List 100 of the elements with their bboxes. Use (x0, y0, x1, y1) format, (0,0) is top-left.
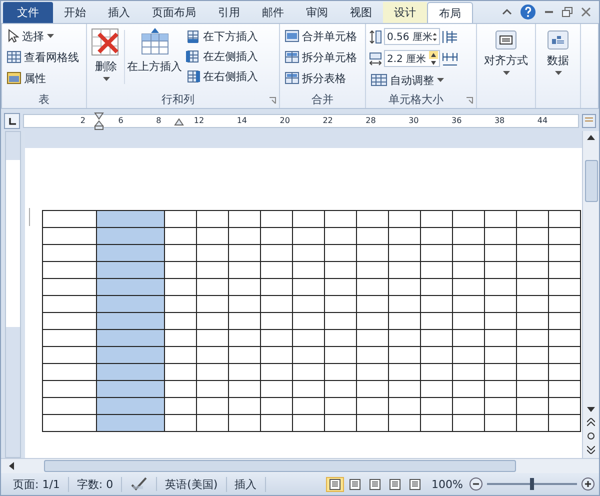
table-cell[interactable] (196, 312, 228, 330)
table-cell[interactable] (164, 278, 196, 296)
table-cell[interactable] (356, 244, 388, 262)
scroll-up-icon[interactable] (587, 135, 595, 140)
table-cell[interactable] (324, 262, 356, 278)
table-cell[interactable] (356, 210, 388, 228)
table-cell[interactable] (516, 296, 548, 312)
table-cell[interactable] (96, 330, 164, 346)
table-cell[interactable] (388, 398, 420, 414)
table-cell[interactable] (292, 210, 324, 228)
table-cell[interactable] (420, 380, 452, 398)
table-cell[interactable] (484, 312, 516, 330)
table-cell[interactable] (516, 210, 548, 228)
table-cell[interactable] (548, 278, 580, 296)
collapse-ribbon-icon[interactable] (502, 8, 512, 16)
table-cell[interactable] (452, 364, 484, 380)
ribbon-tab[interactable]: 文件 (3, 2, 53, 23)
column-width-field[interactable]: 2.2 厘米 (384, 50, 440, 67)
table-cell[interactable] (324, 398, 356, 414)
table-cell[interactable] (388, 244, 420, 262)
table-cell[interactable] (292, 278, 324, 296)
table-cell[interactable] (228, 364, 260, 380)
table-cell[interactable] (420, 278, 452, 296)
table-cell[interactable] (484, 398, 516, 414)
table-cell[interactable] (260, 398, 292, 414)
table-cell[interactable] (420, 262, 452, 278)
table-cell[interactable] (42, 414, 96, 432)
table-cell[interactable] (42, 210, 96, 228)
insert-above-button[interactable]: 在上方插入 (127, 26, 182, 92)
table-cell[interactable] (228, 398, 260, 414)
table-cell[interactable] (516, 278, 548, 296)
table-cell[interactable] (420, 346, 452, 364)
ribbon-tab[interactable]: 邮件 (251, 2, 295, 23)
table-cell[interactable] (228, 278, 260, 296)
table-cell[interactable] (388, 330, 420, 346)
table-cell[interactable] (42, 244, 96, 262)
table-cell[interactable] (324, 296, 356, 312)
zoom-in-icon[interactable] (581, 477, 595, 491)
view-mode-button[interactable] (326, 476, 344, 492)
tab-selector-button[interactable] (4, 113, 20, 129)
table-cell[interactable] (484, 262, 516, 278)
table-cell[interactable] (260, 380, 292, 398)
table-cell[interactable] (388, 228, 420, 244)
table-cell[interactable] (260, 346, 292, 364)
zoom-slider-thumb[interactable] (530, 478, 534, 490)
table-cell[interactable] (260, 312, 292, 330)
distribute-rows-icon[interactable] (442, 30, 458, 44)
table-cell[interactable] (228, 380, 260, 398)
table-cell[interactable] (548, 364, 580, 380)
table-cell[interactable] (42, 228, 96, 244)
table-cell[interactable] (516, 346, 548, 364)
table-cell[interactable] (42, 278, 96, 296)
table-cell[interactable] (516, 330, 548, 346)
table-cell[interactable] (42, 312, 96, 330)
table-cell[interactable] (96, 296, 164, 312)
table-cell[interactable] (516, 262, 548, 278)
table-cell[interactable] (96, 210, 164, 228)
table-cell[interactable] (420, 364, 452, 380)
table-cell[interactable] (164, 210, 196, 228)
merge-button[interactable]: 拆分单元格 (283, 47, 362, 67)
delete-button[interactable]: 删除 (90, 26, 122, 92)
table-cell[interactable] (452, 380, 484, 398)
scroll-down-icon[interactable] (587, 407, 595, 412)
table-cell[interactable] (96, 244, 164, 262)
data-button[interactable]: 数据 (539, 28, 577, 77)
scroll-thumb[interactable] (584, 160, 598, 202)
table-cell[interactable] (356, 262, 388, 278)
table-cell[interactable] (196, 364, 228, 380)
table-cell[interactable] (164, 346, 196, 364)
table-cell[interactable] (96, 380, 164, 398)
table-cell[interactable] (96, 312, 164, 330)
table-cell[interactable] (484, 414, 516, 432)
table-cell[interactable] (452, 330, 484, 346)
table-cell[interactable] (260, 364, 292, 380)
table-cell[interactable] (420, 398, 452, 414)
table-cell[interactable] (420, 414, 452, 432)
table-cell[interactable] (452, 228, 484, 244)
table-cell[interactable] (292, 380, 324, 398)
table-cell[interactable] (196, 346, 228, 364)
insert-button[interactable]: 在下方插入 (184, 26, 260, 46)
table-cell[interactable] (228, 262, 260, 278)
table-cell[interactable] (260, 244, 292, 262)
table-cell[interactable] (96, 228, 164, 244)
ribbon-tab[interactable]: 引用 (207, 2, 251, 23)
scroll-left-icon[interactable] (9, 462, 14, 470)
table-cell[interactable] (388, 210, 420, 228)
table-cell[interactable] (324, 346, 356, 364)
table-cell[interactable] (548, 346, 580, 364)
table-cell[interactable] (452, 312, 484, 330)
table-cell[interactable] (260, 278, 292, 296)
merge-button[interactable]: 合并单元格 (283, 26, 362, 46)
table-cell[interactable] (42, 330, 96, 346)
table-cell[interactable] (484, 296, 516, 312)
ribbon-tab[interactable]: 开始 (53, 2, 97, 23)
ribbon-tab[interactable]: 审阅 (295, 2, 339, 23)
table-cell[interactable] (356, 380, 388, 398)
horizontal-ruler[interactable]: 2 6 8 12 14 20 22 28 30 36 38 44 (23, 114, 579, 128)
table-cell[interactable] (324, 210, 356, 228)
autofit-button[interactable]: 自动调整 (369, 70, 473, 90)
table-cell[interactable] (356, 346, 388, 364)
